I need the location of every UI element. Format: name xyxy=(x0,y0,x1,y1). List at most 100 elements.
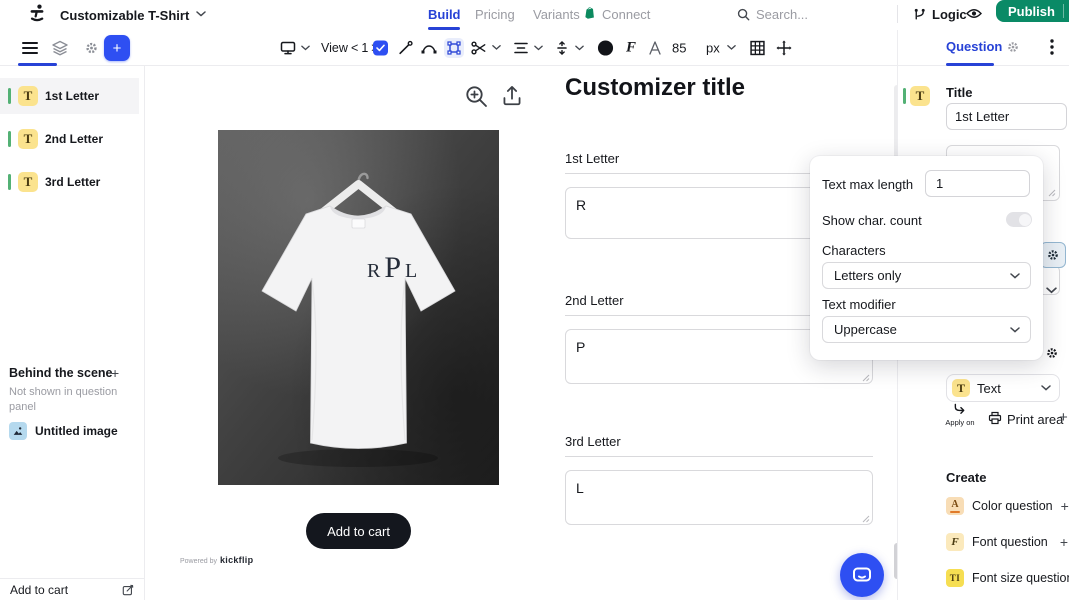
sidebar-item-1st-letter[interactable]: T 1st Letter xyxy=(0,78,139,114)
question-title-input[interactable] xyxy=(946,103,1067,130)
active-panel-indicator xyxy=(18,63,57,66)
question-tab-underline xyxy=(946,63,994,66)
apply-on-control[interactable]: Apply on xyxy=(939,403,981,427)
field-divider xyxy=(565,456,873,457)
chevron-down-icon xyxy=(492,45,501,51)
search-input[interactable] xyxy=(756,4,876,24)
vertical-align-dropdown[interactable] xyxy=(555,41,584,55)
chevron-down-icon xyxy=(534,45,543,51)
char-count-toggle[interactable] xyxy=(1006,212,1032,227)
search-icon xyxy=(737,8,750,21)
publish-chevron-icon[interactable] xyxy=(1064,8,1069,14)
frame-tool-icon[interactable] xyxy=(444,38,464,58)
max-length-input[interactable] xyxy=(925,170,1030,197)
chevron-down-icon xyxy=(1041,385,1051,391)
monitor-icon xyxy=(280,41,296,55)
product-title[interactable]: Customizable T-Shirt xyxy=(60,8,189,23)
chat-widget-button[interactable] xyxy=(840,553,884,597)
tab-build[interactable]: Build xyxy=(428,7,461,22)
plus-icon[interactable]: + xyxy=(1061,498,1069,514)
device-view-dropdown[interactable] xyxy=(280,41,310,55)
layers-sidebar: T 1st Letter T 2nd Letter T 3rd Letter B… xyxy=(0,66,145,600)
powered-by: Powered by kickflip xyxy=(180,555,253,565)
sidebar-item-3rd-letter[interactable]: T 3rd Letter xyxy=(0,164,139,200)
product-photo[interactable]: RPL xyxy=(218,130,499,485)
create-font-question[interactable]: F Font question + xyxy=(946,532,1068,552)
tab-connect[interactable]: Connect xyxy=(602,7,650,22)
color-question-icon: A xyxy=(946,497,964,515)
add-print-area-button[interactable]: + xyxy=(1059,409,1068,426)
kickflip-brand: kickflip xyxy=(220,555,253,565)
print-area-label[interactable]: Print area xyxy=(1007,412,1063,427)
create-font-size-question[interactable]: TI Font size question + xyxy=(946,568,1068,588)
sidebar-item-untitled-image[interactable]: Untitled image xyxy=(9,422,118,440)
toggle-knob xyxy=(1019,214,1031,226)
line-tool-icon[interactable] xyxy=(398,40,413,55)
publish-label: Publish xyxy=(996,4,1063,19)
page-prev[interactable]: < xyxy=(351,41,358,55)
text-settings-gear-button[interactable] xyxy=(1040,242,1066,268)
sidebar-item-label: 1st Letter xyxy=(45,89,99,103)
logic-button[interactable]: Logic xyxy=(913,7,967,22)
kickflip-logo-icon[interactable] xyxy=(28,4,46,22)
layers-list-icon[interactable] xyxy=(22,41,38,55)
char-count-label: Show char. count xyxy=(822,213,922,228)
font-family-icon[interactable]: F xyxy=(626,39,636,56)
tab-pricing[interactable]: Pricing xyxy=(475,7,515,22)
scissors-icon xyxy=(471,40,486,55)
text-modifier-label: Text modifier xyxy=(822,297,896,312)
tab-variants[interactable]: Variants xyxy=(533,7,580,22)
publish-button[interactable]: Publish xyxy=(996,0,1069,22)
question-type-dropdown[interactable]: T Text xyxy=(946,374,1060,402)
field-3rd-letter: 3rd Letter L xyxy=(565,434,873,528)
characters-select[interactable]: Letters only xyxy=(822,262,1031,289)
add-to-cart-button[interactable]: Add to cart xyxy=(306,513,411,549)
sidebar-item-2nd-letter[interactable]: T 2nd Letter xyxy=(0,121,139,157)
unit-dropdown[interactable]: px xyxy=(706,40,736,55)
color-swatch-icon[interactable] xyxy=(597,39,614,56)
gear-icon[interactable] xyxy=(84,40,99,55)
cut-tool-dropdown[interactable] xyxy=(471,40,501,55)
zoom-in-icon[interactable] xyxy=(465,85,488,108)
curved-arrow-icon xyxy=(952,403,968,416)
active-tab-underline xyxy=(428,27,460,30)
field-label: 3rd Letter xyxy=(565,434,873,449)
stack-icon[interactable] xyxy=(52,40,68,56)
kebab-menu-icon[interactable] xyxy=(1050,39,1054,55)
chevron-down-icon xyxy=(1010,273,1020,279)
behind-the-scene-add-button[interactable]: + xyxy=(111,365,119,381)
unit-value: px xyxy=(706,40,720,55)
behind-the-scene-note: Not shown in question panel xyxy=(9,385,124,415)
question-settings-gear-icon[interactable] xyxy=(1006,40,1020,54)
move-tool-icon[interactable] xyxy=(776,40,792,56)
visible-indicator xyxy=(903,88,906,104)
text-align-dropdown[interactable] xyxy=(514,42,543,54)
check-icon xyxy=(376,44,385,51)
chevron-down-icon[interactable] xyxy=(1046,287,1057,294)
share-upload-icon[interactable] xyxy=(501,85,523,107)
header-divider xyxy=(897,5,898,23)
view-label: View xyxy=(321,41,348,55)
sidebar-footer: Add to cart xyxy=(0,578,144,600)
view-visible-checkbox[interactable] xyxy=(373,40,388,55)
grid-icon[interactable] xyxy=(750,40,765,55)
tab-question[interactable]: Question xyxy=(946,39,1002,54)
curve-tool-icon[interactable] xyxy=(421,41,437,54)
plus-icon[interactable]: + xyxy=(1060,534,1068,550)
characters-value: Letters only xyxy=(834,268,901,283)
font-outline-icon[interactable] xyxy=(647,41,663,55)
chevron-down-icon[interactable] xyxy=(196,11,206,17)
edit-icon[interactable] xyxy=(122,584,134,596)
text-modifier-select[interactable]: Uppercase xyxy=(822,316,1031,343)
sidebar-toolbar: + xyxy=(0,30,145,66)
text-question-icon: T xyxy=(18,86,38,106)
font-size-value[interactable]: 85 xyxy=(672,40,686,55)
gear-icon[interactable] xyxy=(1045,346,1059,360)
create-color-question[interactable]: A Color question + xyxy=(946,496,1068,516)
sidebar-item-label: 3rd Letter xyxy=(45,175,100,189)
preview-eye-icon[interactable] xyxy=(966,7,982,20)
add-layer-button[interactable]: + xyxy=(104,35,130,61)
chat-icon xyxy=(850,563,874,587)
text-modifier-value: Uppercase xyxy=(834,322,897,337)
letter-input-3[interactable]: L xyxy=(565,470,873,525)
